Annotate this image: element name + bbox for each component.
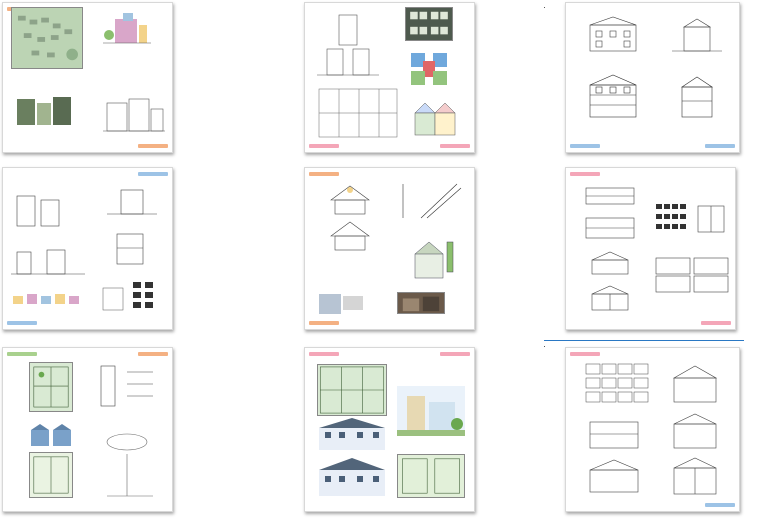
page-thumbnail-2[interactable]	[304, 2, 475, 153]
page-tag	[570, 144, 600, 148]
roof-detail-drawing	[325, 180, 375, 260]
massing-image	[13, 89, 75, 131]
color-elevation	[317, 418, 387, 452]
color-floor-plan	[29, 362, 73, 412]
elevation-drawing	[666, 364, 724, 406]
color-floor-plan	[29, 452, 73, 498]
color-elevation	[29, 424, 73, 448]
page-tag	[705, 503, 735, 507]
page-thumbnail-1[interactable]	[2, 2, 173, 153]
color-plan-pair	[397, 454, 465, 498]
page-thumbnail-3[interactable]	[565, 2, 740, 153]
page-thumbnail-8[interactable]	[304, 347, 475, 512]
elevation-drawing	[582, 212, 638, 242]
sketch-drawing	[103, 430, 159, 502]
color-massing-strip	[11, 292, 87, 306]
color-plan-top	[405, 7, 453, 41]
section-drawing	[672, 73, 722, 121]
elevation-drawing	[672, 17, 722, 55]
elevation-grid-drawing	[584, 362, 654, 410]
page-thumbnail-9[interactable]	[565, 347, 740, 512]
elevation-drawing	[584, 458, 644, 494]
section-drawing	[11, 244, 85, 278]
page-tag	[309, 172, 339, 176]
section-drawing	[666, 456, 724, 496]
site-plan-image	[11, 7, 83, 69]
page-tag	[309, 321, 339, 325]
elevation-color-drawing	[103, 11, 151, 53]
detail-drawing	[97, 362, 157, 422]
page-thumbnail-grid	[0, 0, 781, 519]
elevation-drawing	[582, 182, 638, 208]
page-tag	[705, 144, 735, 148]
page-thumbnail-5[interactable]	[304, 167, 475, 330]
color-floor-plan	[317, 364, 387, 416]
floor-plan-drawing	[317, 85, 399, 141]
detail-drawing	[111, 228, 151, 272]
page-tag	[570, 172, 600, 176]
elevation-drawing	[11, 188, 71, 230]
isometric-drawing	[401, 232, 463, 288]
marker-dot	[544, 346, 545, 347]
perspective-rendering	[397, 386, 465, 436]
page-tag	[309, 352, 339, 356]
page-thumbnail-6[interactable]	[565, 167, 736, 330]
page-tag	[440, 144, 470, 148]
color-plan-middle	[409, 49, 449, 89]
section-drawing	[107, 182, 157, 218]
page-tag	[701, 321, 731, 325]
elevation-drawing	[582, 73, 644, 121]
page-tag	[7, 352, 37, 356]
page-tag	[7, 321, 37, 325]
structure-detail-drawing	[397, 178, 463, 224]
marker-dot	[544, 7, 545, 8]
page-tag	[138, 352, 168, 356]
elevation-drawing	[584, 414, 644, 450]
section-drawing	[317, 9, 379, 81]
plan-grid-drawing	[99, 278, 167, 318]
section-drawing	[103, 95, 165, 135]
selection-indicator	[544, 340, 744, 341]
page-thumbnail-4[interactable]	[2, 167, 173, 330]
elevation-grid-drawing	[654, 256, 730, 294]
page-tag	[138, 144, 168, 148]
page-tag	[138, 172, 168, 176]
section-drawing	[666, 412, 724, 450]
page-tag	[309, 144, 339, 148]
page-thumbnail-7[interactable]	[2, 347, 173, 512]
section-drawing	[582, 250, 638, 276]
page-tag	[570, 352, 600, 356]
section-drawing	[582, 284, 638, 312]
window-grid-drawing	[654, 202, 688, 236]
color-elevation	[317, 458, 387, 498]
elevation-drawing	[694, 202, 728, 236]
page-tag	[440, 352, 470, 356]
elevation-drawing	[582, 15, 644, 55]
photo-collage	[317, 290, 381, 318]
section-color-drawing	[409, 99, 457, 139]
photo	[397, 292, 445, 314]
